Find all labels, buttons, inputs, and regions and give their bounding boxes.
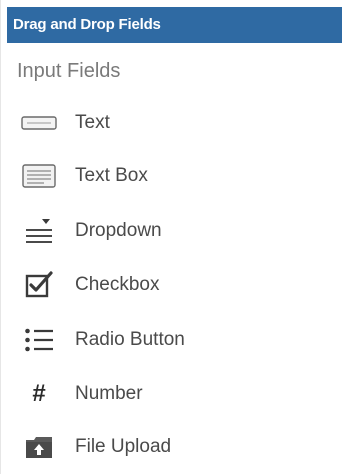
text-field-icon: [19, 108, 59, 138]
number-icon: #: [19, 379, 59, 409]
dropdown-icon: [19, 216, 59, 246]
radio-button-icon: [19, 325, 59, 355]
field-label: File Upload: [75, 436, 172, 457]
field-label: Dropdown: [75, 220, 162, 241]
field-item-checkbox[interactable]: Checkbox: [19, 265, 160, 305]
field-item-file-upload[interactable]: File Upload: [19, 427, 171, 467]
field-label: Radio Button: [75, 329, 185, 350]
section-title-input-fields: Input Fields: [17, 60, 121, 82]
field-item-text[interactable]: Text: [19, 103, 110, 143]
field-label: Number: [75, 383, 143, 404]
file-upload-icon: [19, 432, 59, 462]
drag-drop-fields-panel: Drag and Drop Fields Input Fields Text T…: [0, 0, 342, 474]
field-label: Text Box: [75, 165, 148, 186]
panel-header: Drag and Drop Fields: [7, 7, 342, 43]
hash-glyph: #: [32, 380, 46, 407]
field-label: Text: [75, 112, 110, 133]
field-item-radio-button[interactable]: Radio Button: [19, 320, 185, 360]
field-item-text-box[interactable]: Text Box: [19, 156, 148, 196]
field-item-number[interactable]: # Number: [19, 374, 143, 414]
field-label: Checkbox: [75, 274, 160, 295]
field-item-dropdown[interactable]: Dropdown: [19, 211, 162, 251]
checkbox-icon: [19, 270, 59, 300]
text-box-icon: [19, 161, 59, 191]
